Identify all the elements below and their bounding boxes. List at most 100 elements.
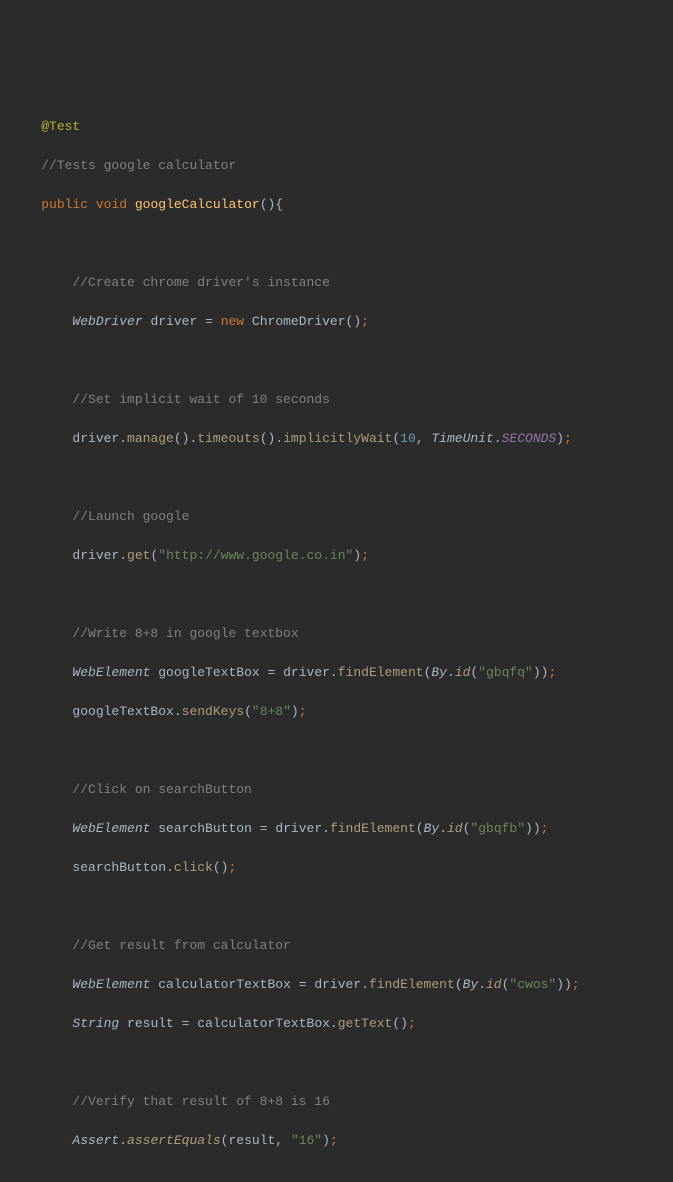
semicolon: ; <box>541 821 549 836</box>
dot: . <box>361 977 369 992</box>
semicolon: ; <box>330 1133 338 1148</box>
type: String <box>72 1016 119 1031</box>
paren: )) <box>525 821 541 836</box>
keyword: new <box>221 314 244 329</box>
code-line <box>10 468 673 488</box>
string-literal: "gbqfb" <box>470 821 525 836</box>
paren: )) <box>556 977 572 992</box>
method-call: sendKeys <box>182 704 244 719</box>
dot: . <box>174 704 182 719</box>
code-line: driver.manage().timeouts().implicitlyWai… <box>10 429 673 449</box>
comment: //Set implicit wait of 10 seconds <box>72 392 329 407</box>
paren: ( <box>502 977 510 992</box>
method-call: timeouts <box>197 431 259 446</box>
identifier: driver <box>283 665 330 680</box>
comment: //Verify that result of 8+8 is 16 <box>72 1094 329 1109</box>
identifier: searchButton <box>158 821 252 836</box>
code-line: //Write 8+8 in google textbox <box>10 624 673 644</box>
static-method: id <box>486 977 502 992</box>
method-call: findElement <box>330 821 416 836</box>
code-line: //Set implicit wait of 10 seconds <box>10 390 673 410</box>
code-line: @Test <box>10 117 673 137</box>
identifier: result <box>127 1016 174 1031</box>
paren: ( <box>221 1133 229 1148</box>
brace: { <box>275 197 283 212</box>
type: WebDriver <box>72 314 142 329</box>
comma: , <box>275 1133 291 1148</box>
code-line: WebElement calculatorTextBox = driver.fi… <box>10 975 673 995</box>
code-line: //Launch google <box>10 507 673 527</box>
dot: . <box>275 431 283 446</box>
dot: . <box>119 548 127 563</box>
keyword: void <box>96 197 127 212</box>
code-line <box>10 1053 673 1073</box>
dot: . <box>322 821 330 836</box>
paren: ) <box>322 1133 330 1148</box>
string-literal: "cwos" <box>509 977 556 992</box>
code-line <box>10 234 673 254</box>
dot: . <box>494 431 502 446</box>
operator: = <box>299 977 307 992</box>
comment: //Get result from calculator <box>72 938 290 953</box>
code-line: WebDriver driver = new ChromeDriver(); <box>10 312 673 332</box>
static-method: id <box>447 821 463 836</box>
static-method: assertEquals <box>127 1133 221 1148</box>
string-literal: "8+8" <box>252 704 291 719</box>
identifier: driver <box>275 821 322 836</box>
paren: () <box>346 314 362 329</box>
code-line: //Click on searchButton <box>10 780 673 800</box>
paren: ( <box>392 431 400 446</box>
number: 10 <box>400 431 416 446</box>
paren: () <box>260 197 276 212</box>
code-line <box>10 897 673 917</box>
identifier: result <box>228 1133 275 1148</box>
semicolon: ; <box>361 548 369 563</box>
method-call: findElement <box>369 977 455 992</box>
class-ref: By <box>424 821 440 836</box>
annotation: @Test <box>41 119 80 134</box>
code-line: WebElement searchButton = driver.findEle… <box>10 819 673 839</box>
class-ref: ChromeDriver <box>252 314 346 329</box>
dot: . <box>447 665 455 680</box>
code-line: public void googleCalculator(){ <box>10 195 673 215</box>
paren: ) <box>353 548 361 563</box>
code-line: Assert.assertEquals(result, "16"); <box>10 1131 673 1151</box>
string-literal: "gbqfq" <box>478 665 533 680</box>
semicolon: ; <box>299 704 307 719</box>
dot: . <box>330 665 338 680</box>
code-line <box>10 585 673 605</box>
dot: . <box>119 1133 127 1148</box>
semicolon: ; <box>548 665 556 680</box>
paren: () <box>392 1016 408 1031</box>
identifier: driver <box>314 977 361 992</box>
code-line <box>10 1170 673 1182</box>
identifier: driver <box>150 314 197 329</box>
identifier: driver <box>72 431 119 446</box>
paren: ( <box>470 665 478 680</box>
dot: . <box>478 977 486 992</box>
identifier: calculatorTextBox <box>158 977 291 992</box>
code-line <box>10 351 673 371</box>
code-line: driver.get("http://www.google.co.in"); <box>10 546 673 566</box>
comment: //Launch google <box>72 509 189 524</box>
method-call: click <box>174 860 213 875</box>
comment: //Create chrome driver's instance <box>72 275 329 290</box>
dot: . <box>119 431 127 446</box>
code-line <box>10 741 673 761</box>
paren: ( <box>455 977 463 992</box>
type: WebElement <box>72 665 150 680</box>
static-field: SECONDS <box>502 431 557 446</box>
comment: //Click on searchButton <box>72 782 251 797</box>
comma: , <box>416 431 432 446</box>
code-line: //Verify that result of 8+8 is 16 <box>10 1092 673 1112</box>
operator: = <box>267 665 275 680</box>
semicolon: ; <box>408 1016 416 1031</box>
paren: ( <box>244 704 252 719</box>
identifier: driver <box>72 548 119 563</box>
keyword: public <box>41 197 88 212</box>
code-editor[interactable]: @Test //Tests google calculator public v… <box>0 78 673 1182</box>
dot: . <box>330 1016 338 1031</box>
method-call: manage <box>127 431 174 446</box>
semicolon: ; <box>564 431 572 446</box>
class-ref: Assert <box>72 1133 119 1148</box>
